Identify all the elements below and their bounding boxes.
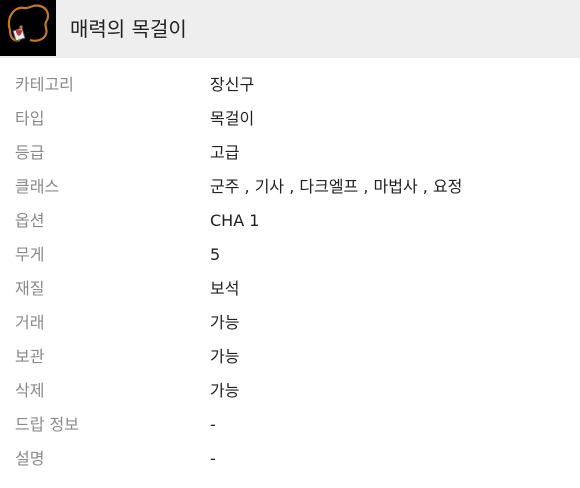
property-value: - [210,415,216,434]
necklace-icon-graphic [7,4,50,42]
property-label: 무게 [15,245,45,264]
property-value: 목걸이 [210,109,255,128]
property-value: 가능 [210,381,240,400]
property-value: 장신구 [210,75,255,94]
necklace-icon [0,0,56,56]
property-label: 드랍 정보 [15,415,79,434]
property-value: 가능 [210,347,240,366]
item-detail-page: 매력의 목걸이 카테고리 장신구 타입 목걸이 등급 고급 클래스 군주 , 기… [0,0,580,488]
item-title: 매력의 목걸이 [70,17,187,41]
property-label: 보관 [15,347,45,366]
property-value: - [210,449,216,468]
property-row-type: 타입 목걸이 [0,102,580,136]
property-label: 카테고리 [15,75,74,94]
property-label: 설명 [15,449,45,468]
property-label: 거래 [15,313,45,332]
property-row-class: 클래스 군주 , 기사 , 다크엘프 , 마법사 , 요정 [0,170,580,204]
property-row-trade: 거래 가능 [0,306,580,340]
property-row-description: 설명 - [0,442,580,476]
property-label: 등급 [15,143,45,162]
property-row-category: 카테고리 장신구 [0,68,580,102]
property-label: 클래스 [15,177,60,196]
property-value: 군주 , 기사 , 다크엘프 , 마법사 , 요정 [210,177,463,196]
property-label: 옵션 [15,211,45,230]
property-row-drop-info: 드랍 정보 - [0,408,580,442]
property-label: 삭제 [15,381,45,400]
property-row-grade: 등급 고급 [0,136,580,170]
property-row-material: 재질 보석 [0,272,580,306]
property-row-storage: 보관 가능 [0,340,580,374]
item-header: 매력의 목걸이 [0,0,580,58]
property-value: 가능 [210,313,240,332]
property-row-weight: 무게 5 [0,238,580,272]
property-label: 타입 [15,109,45,128]
property-label: 재질 [15,279,45,298]
property-value: CHA 1 [210,211,260,230]
property-value: 보석 [210,279,240,298]
property-row-option: 옵션 CHA 1 [0,204,580,238]
property-row-delete: 삭제 가능 [0,374,580,408]
property-value: 고급 [210,143,240,162]
property-value: 5 [210,245,221,264]
item-properties: 카테고리 장신구 타입 목걸이 등급 고급 클래스 군주 , 기사 , 다크엘프… [0,68,580,476]
